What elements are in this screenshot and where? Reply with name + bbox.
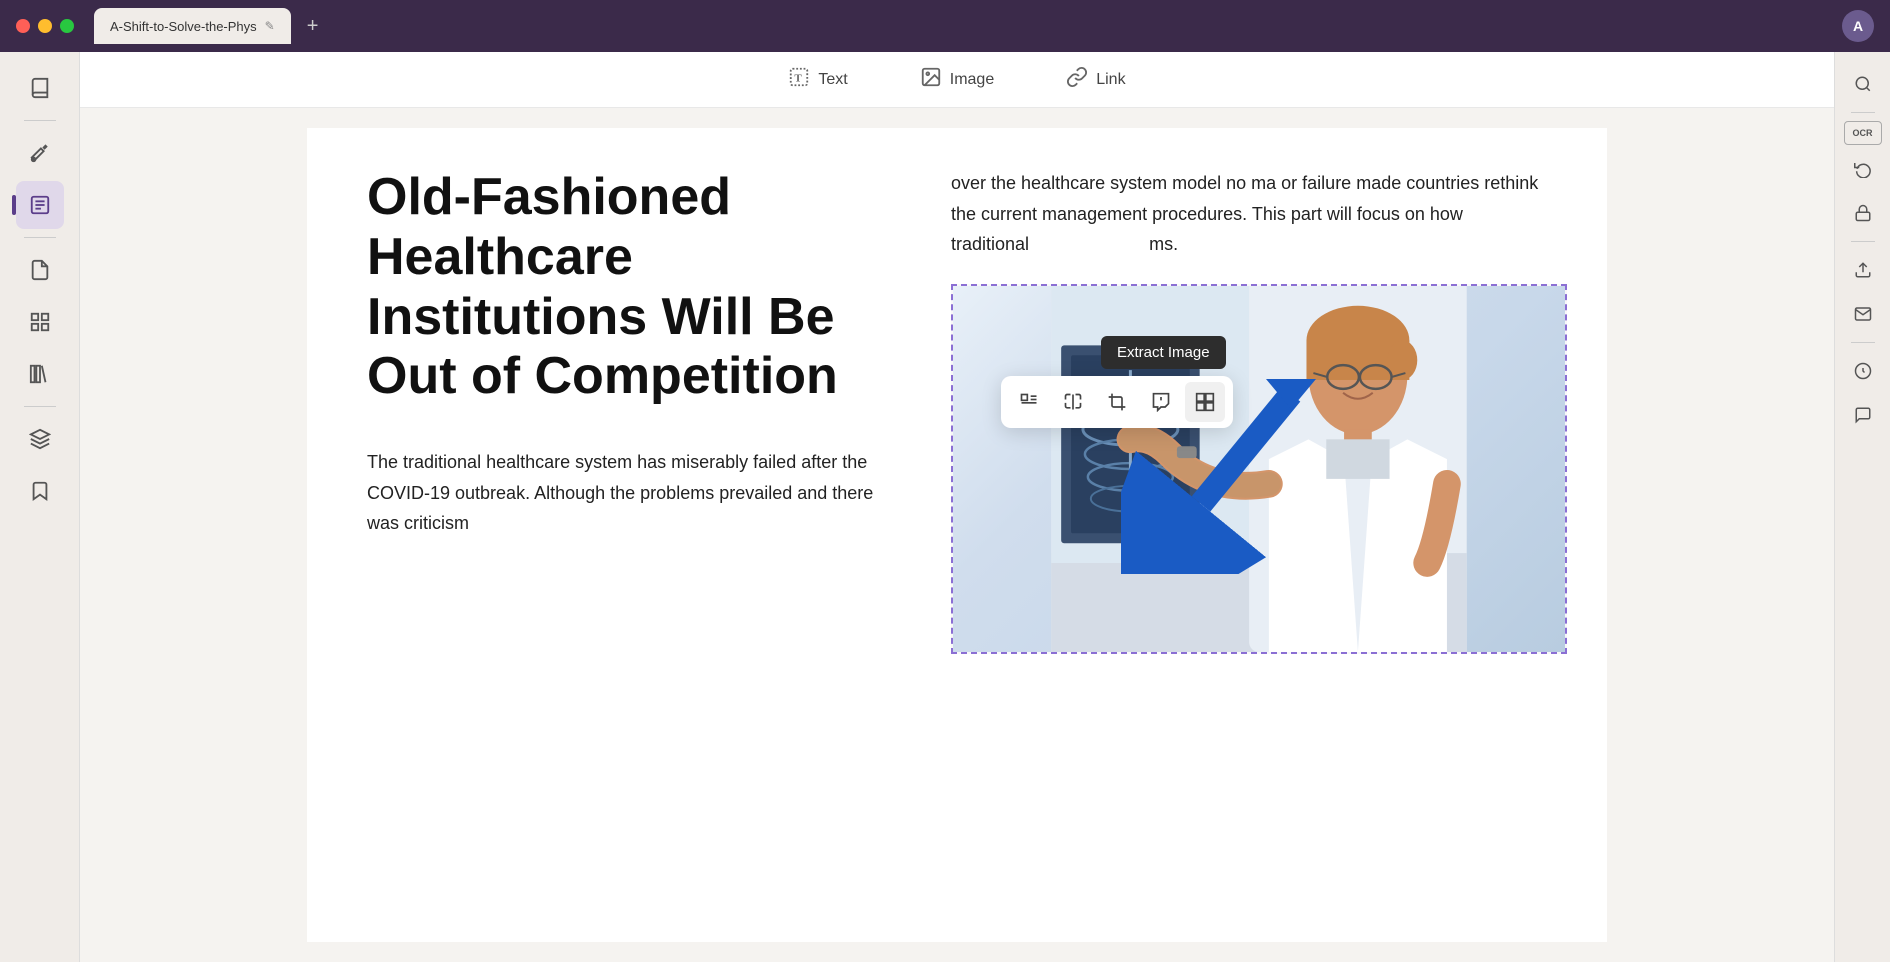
tab-label: A-Shift-to-Solve-the-Phys: [110, 19, 257, 34]
user-avatar[interactable]: A: [1842, 10, 1874, 42]
minimize-button[interactable]: [38, 19, 52, 33]
extract-image-button[interactable]: [1185, 382, 1225, 422]
floating-toolbar: [1001, 376, 1233, 428]
close-button[interactable]: [16, 19, 30, 33]
tab-area: A-Shift-to-Solve-the-Phys ✎ +: [94, 8, 326, 44]
doc-right-column: over the healthcare system model no ma o…: [931, 128, 1607, 942]
text-tool-icon: T: [788, 66, 810, 93]
right-sidebar: OCR: [1834, 52, 1890, 962]
toolbar-link-item[interactable]: Link: [1054, 58, 1137, 101]
sidebar-icon-stack[interactable]: [16, 415, 64, 463]
lock-button[interactable]: [1843, 193, 1883, 233]
main-area: T Text Image: [0, 52, 1890, 962]
doc-body-text: The traditional healthcare system has mi…: [367, 447, 883, 539]
toolbar-text-item[interactable]: T Text: [776, 58, 859, 101]
wrap-text-button[interactable]: [1009, 382, 1049, 422]
left-sidebar: [0, 52, 80, 962]
sidebar-icon-edit[interactable]: [16, 181, 64, 229]
upload-button[interactable]: [1843, 250, 1883, 290]
sidebar-divider-1: [24, 120, 56, 121]
doc-page: Old-Fashioned Healthcare Institutions Wi…: [307, 128, 1607, 942]
link-tool-label: Link: [1096, 71, 1125, 89]
doctor-image: [953, 286, 1565, 652]
chat-button[interactable]: [1843, 395, 1883, 435]
add-tab-button[interactable]: +: [299, 11, 327, 42]
content-area: T Text Image: [80, 52, 1834, 962]
search-icon-btn[interactable]: [1843, 64, 1883, 104]
image-container: Extract Image: [951, 284, 1567, 654]
edit-tab-icon[interactable]: ✎: [265, 19, 275, 33]
sidebar-icon-layers[interactable]: [16, 298, 64, 346]
extract-image-tooltip: Extract Image: [1101, 336, 1226, 369]
right-divider-3: [1851, 342, 1875, 343]
right-divider-2: [1851, 241, 1875, 242]
doc-title: Old-Fashioned Healthcare Institutions Wi…: [367, 168, 883, 407]
flip-button[interactable]: [1053, 382, 1093, 422]
image-selection-box[interactable]: [951, 284, 1567, 654]
active-tab[interactable]: A-Shift-to-Solve-the-Phys ✎: [94, 8, 291, 44]
doc-content: Old-Fashioned Healthcare Institutions Wi…: [80, 108, 1834, 962]
refresh-button[interactable]: [1843, 149, 1883, 189]
sidebar-icon-brush[interactable]: [16, 129, 64, 177]
ocr-button[interactable]: OCR: [1844, 121, 1882, 145]
title-bar: A-Shift-to-Solve-the-Phys ✎ + A: [0, 0, 1890, 52]
sidebar-divider-2: [24, 237, 56, 238]
doc-right-text: over the healthcare system model no ma o…: [951, 168, 1567, 260]
image-tool-icon: [920, 66, 942, 93]
mail-button[interactable]: [1843, 294, 1883, 334]
image-tool-label: Image: [950, 71, 994, 89]
replace-button[interactable]: [1141, 382, 1181, 422]
svg-text:T: T: [795, 73, 803, 85]
sidebar-icon-pages[interactable]: [16, 246, 64, 294]
save-button[interactable]: [1843, 351, 1883, 391]
sidebar-icon-book[interactable]: [16, 64, 64, 112]
sidebar-divider-3: [24, 406, 56, 407]
active-indicator: [12, 195, 16, 215]
link-tool-icon: [1066, 66, 1088, 93]
top-toolbar: T Text Image: [80, 52, 1834, 108]
text-tool-label: Text: [818, 71, 847, 89]
sidebar-icon-bookmark[interactable]: [16, 467, 64, 515]
crop-button[interactable]: [1097, 382, 1137, 422]
toolbar-image-item[interactable]: Image: [908, 58, 1006, 101]
doc-left-column: Old-Fashioned Healthcare Institutions Wi…: [307, 128, 931, 942]
right-divider-1: [1851, 112, 1875, 113]
maximize-button[interactable]: [60, 19, 74, 33]
traffic-lights: [16, 19, 74, 33]
doctor-image-svg: [953, 286, 1565, 652]
sidebar-icon-library[interactable]: [16, 350, 64, 398]
